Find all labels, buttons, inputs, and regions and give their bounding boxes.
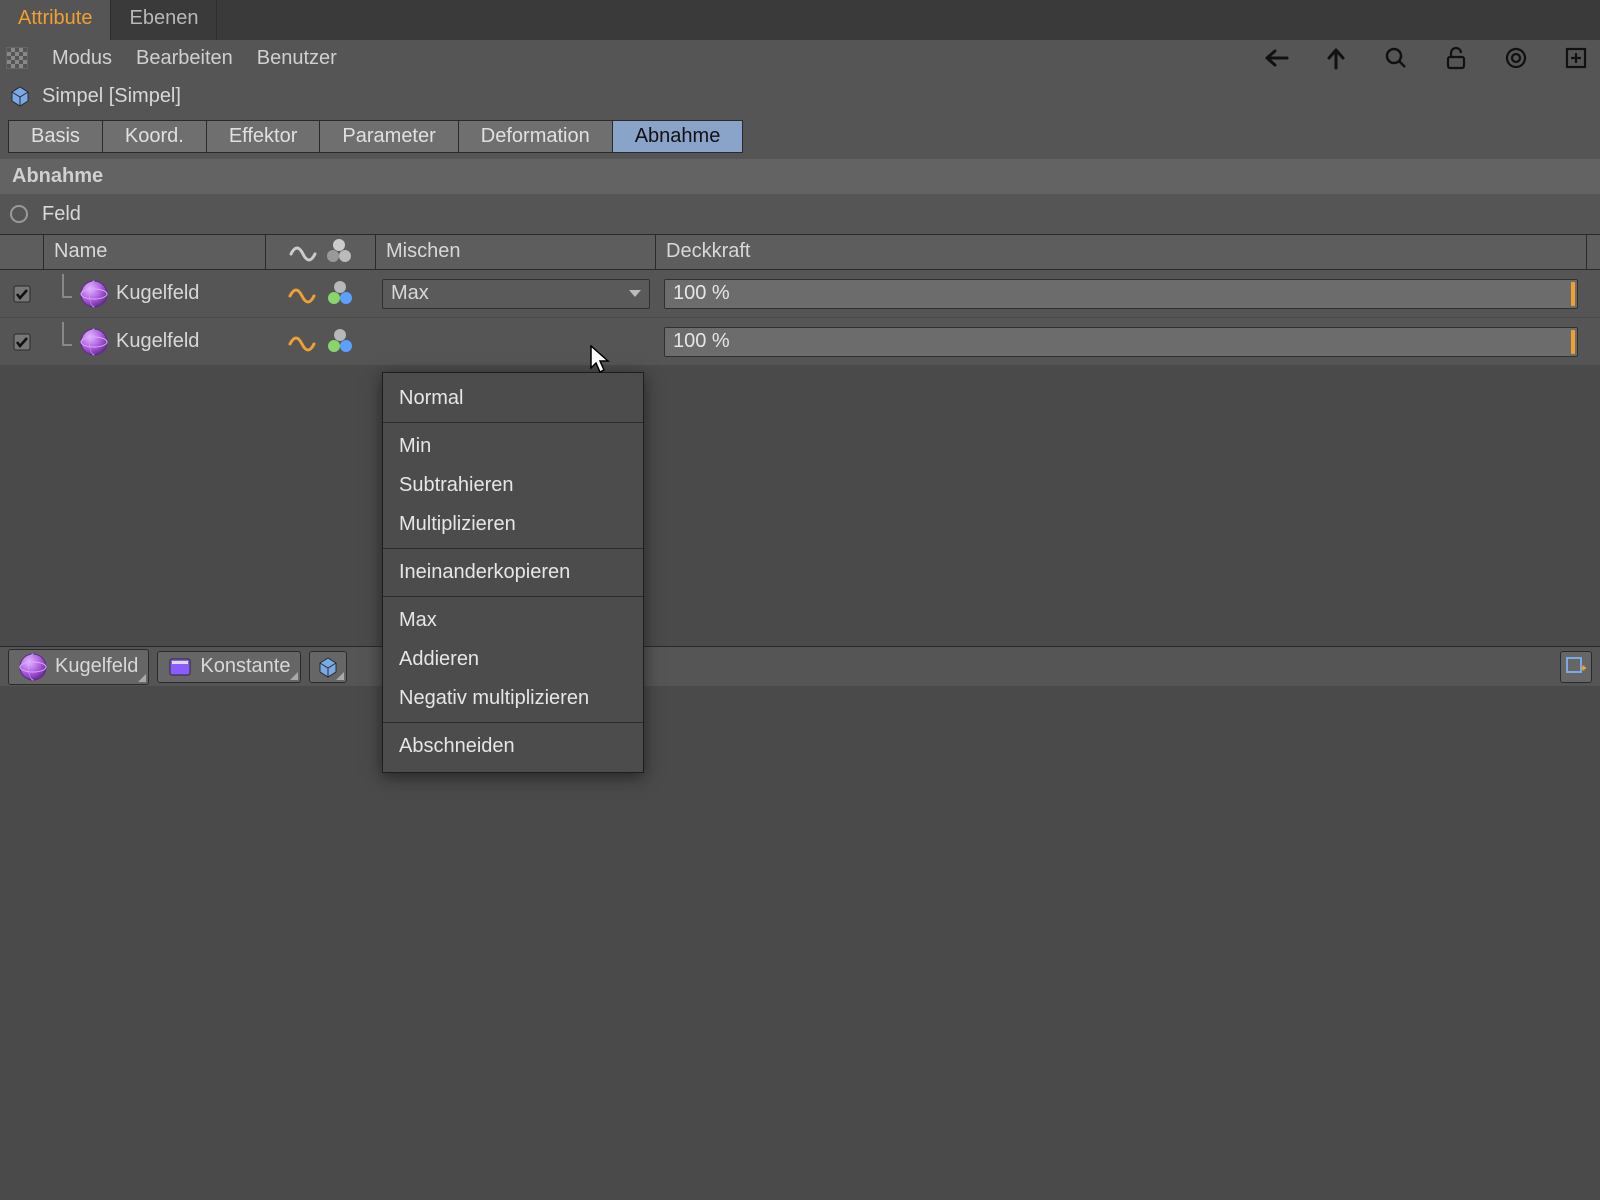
checkbox-icon[interactable] xyxy=(13,285,31,303)
shelf-label: Konstante xyxy=(200,655,290,678)
mix-option-add[interactable]: Addieren xyxy=(383,640,643,679)
opacity-input[interactable]: 100 % xyxy=(664,279,1578,309)
shelf-kugelfeld[interactable]: Kugelfeld xyxy=(8,649,149,685)
mix-mode-popup: Normal Min Subtrahieren Multiplizieren I… xyxy=(382,372,644,773)
subtab-abnahme[interactable]: Abnahme xyxy=(613,120,744,153)
field-list-add-icon[interactable] xyxy=(1560,651,1592,683)
target-icon[interactable] xyxy=(1502,44,1530,72)
channels-icon xyxy=(325,238,353,266)
mix-option-clip[interactable]: Abschneiden xyxy=(383,727,643,766)
channels-icon[interactable] xyxy=(326,328,354,356)
wave-icon[interactable] xyxy=(288,280,316,308)
expand-corner-icon xyxy=(290,672,298,680)
new-panel-icon[interactable] xyxy=(1562,44,1590,72)
subtab-basis[interactable]: Basis xyxy=(8,120,103,153)
checkbox-icon[interactable] xyxy=(13,333,31,351)
object-title: Simpel [Simpel] xyxy=(42,85,181,108)
checker-icon[interactable] xyxy=(6,47,28,69)
mix-option-max[interactable]: Max xyxy=(383,601,643,640)
nav-back-icon[interactable] xyxy=(1262,44,1290,72)
row-name: Kugelfeld xyxy=(116,282,199,305)
section-abnahme-label: Abnahme xyxy=(0,159,1600,194)
menu-mode[interactable]: Modus xyxy=(52,47,112,70)
sphere-field-icon xyxy=(80,328,108,356)
wave-icon[interactable] xyxy=(288,328,316,356)
col-opacity-header[interactable]: Deckkraft xyxy=(656,235,1586,269)
mix-option-negmul[interactable]: Negativ multiplizieren xyxy=(383,679,643,718)
search-icon[interactable] xyxy=(1382,44,1410,72)
row-name: Kugelfeld xyxy=(116,330,199,353)
expand-corner-icon xyxy=(336,672,344,680)
opacity-value: 100 % xyxy=(673,282,730,305)
mix-option-min[interactable]: Min xyxy=(383,427,643,466)
mix-option-normal[interactable]: Normal xyxy=(383,379,643,418)
label-feld: Feld xyxy=(42,203,81,226)
solid-layer-icon xyxy=(168,655,192,679)
mix-option-mul[interactable]: Multiplizieren xyxy=(383,505,643,544)
sphere-field-icon xyxy=(19,653,47,681)
col-name-header[interactable]: Name xyxy=(44,235,266,269)
menu-edit[interactable]: Bearbeiten xyxy=(136,47,233,70)
mix-option-sub[interactable]: Subtrahieren xyxy=(383,466,643,505)
effector-icon xyxy=(8,84,32,108)
nav-up-icon[interactable] xyxy=(1322,44,1350,72)
mix-option-into[interactable]: Ineinanderkopieren xyxy=(383,553,643,592)
radio-feld[interactable] xyxy=(10,205,28,223)
tab-attribute[interactable]: Attribute xyxy=(0,0,111,40)
wave-icon xyxy=(289,238,317,266)
subtab-effektor[interactable]: Effektor xyxy=(207,120,321,153)
tab-layers[interactable]: Ebenen xyxy=(111,0,217,40)
mix-dropdown[interactable]: Max xyxy=(382,279,650,309)
mix-value: Max xyxy=(391,282,429,305)
col-channels-header xyxy=(266,235,376,269)
lock-icon[interactable] xyxy=(1442,44,1470,72)
tree-line-icon xyxy=(54,274,72,314)
col-mix-header[interactable]: Mischen xyxy=(376,235,656,269)
sphere-field-icon xyxy=(80,280,108,308)
shelf-konstante[interactable]: Konstante xyxy=(157,651,301,683)
expand-corner-icon xyxy=(138,674,146,682)
tree-line-icon xyxy=(54,322,72,362)
chevron-down-icon xyxy=(629,290,641,297)
shelf-more[interactable] xyxy=(309,651,347,683)
menu-user[interactable]: Benutzer xyxy=(257,47,337,70)
opacity-input[interactable]: 100 % xyxy=(664,327,1578,357)
subtab-koord[interactable]: Koord. xyxy=(103,120,207,153)
subtab-parameter[interactable]: Parameter xyxy=(320,120,458,153)
subtab-deformation[interactable]: Deformation xyxy=(459,120,613,153)
shelf-label: Kugelfeld xyxy=(55,655,138,678)
opacity-value: 100 % xyxy=(673,330,730,353)
channels-icon[interactable] xyxy=(326,280,354,308)
col-check xyxy=(0,235,44,269)
table-row[interactable]: Kugelfeld 100 % xyxy=(0,318,1600,366)
table-row[interactable]: Kugelfeld Max 100 % xyxy=(0,270,1600,318)
